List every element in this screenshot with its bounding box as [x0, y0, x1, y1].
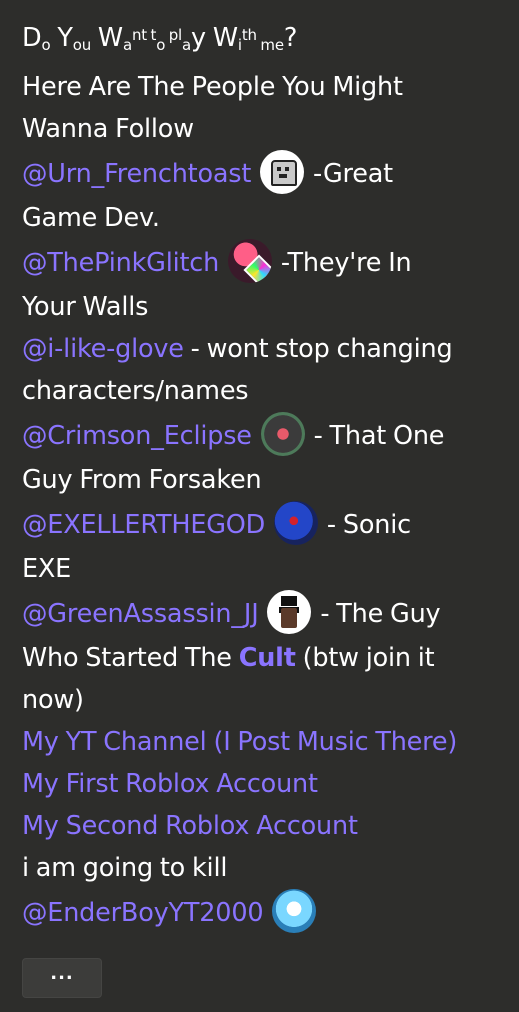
- avatar[interactable]: [267, 590, 312, 634]
- bio-outro: i am going to kill: [22, 853, 228, 883]
- person-description: - That One: [306, 421, 445, 451]
- person-description-cont: Who Started The Cult (btw join it: [22, 643, 435, 673]
- person-entry: @GreenAssassin_JJ - The Guy: [22, 590, 502, 637]
- person-description: - Sonic: [320, 510, 411, 540]
- person-entry: @i-like-glove - wont stop changing: [22, 328, 502, 370]
- mention-link[interactable]: @i-like-glove: [22, 334, 184, 364]
- person-description-cont: EXE: [22, 554, 72, 584]
- person-description-cont: now): [22, 685, 84, 715]
- person-description: -They're In: [273, 248, 412, 278]
- mention-link[interactable]: @Crimson_Eclipse: [22, 421, 252, 451]
- person-description-cont: Game Dev.: [22, 203, 160, 233]
- bio-intro: Here Are The People You Might: [22, 72, 403, 102]
- person-description: - wont stop changing: [183, 334, 453, 364]
- person-description-cont: Guy From Forsaken: [22, 465, 262, 495]
- more-options-button[interactable]: ...: [22, 958, 102, 998]
- first-roblox-account-link[interactable]: My First Roblox Account: [22, 763, 502, 805]
- person-description-cont: Your Walls: [22, 292, 149, 322]
- bio-intro-2: Wanna Follow: [22, 114, 194, 144]
- mention-link[interactable]: @EXELLERTHEGOD: [22, 510, 265, 540]
- person-description-cont: characters/names: [22, 376, 249, 406]
- youtube-channel-link[interactable]: My YT Channel (I Post Music There): [22, 721, 502, 763]
- mention-link[interactable]: @GreenAssassin_JJ: [22, 599, 259, 629]
- person-entry: @ThePinkGlitch -They're In: [22, 239, 502, 286]
- avatar[interactable]: [227, 239, 272, 283]
- avatar[interactable]: [260, 150, 305, 194]
- final-entry: @EnderBoyYT2000: [22, 889, 502, 936]
- mention-link[interactable]: @Urn_Frenchtoast: [22, 159, 251, 189]
- avatar[interactable]: [274, 501, 319, 545]
- bio-title: Do You Want to play With me?: [22, 23, 298, 54]
- avatar[interactable]: [260, 412, 305, 456]
- person-entry: @EXELLERTHEGOD - Sonic: [22, 501, 502, 548]
- mention-link[interactable]: @ThePinkGlitch: [22, 248, 219, 278]
- person-description: -Great: [306, 159, 393, 189]
- person-description: - The Guy: [313, 599, 441, 629]
- avatar[interactable]: [272, 889, 317, 933]
- person-entry: @Crimson_Eclipse - That One: [22, 412, 502, 459]
- profile-bio: Do You Want to play With me? Here Are Th…: [22, 14, 502, 936]
- mention-link[interactable]: @EnderBoyYT2000: [22, 898, 264, 928]
- cult-link[interactable]: Cult: [239, 643, 296, 673]
- person-entry: @Urn_Frenchtoast -Great: [22, 150, 502, 197]
- second-roblox-account-link[interactable]: My Second Roblox Account: [22, 805, 502, 847]
